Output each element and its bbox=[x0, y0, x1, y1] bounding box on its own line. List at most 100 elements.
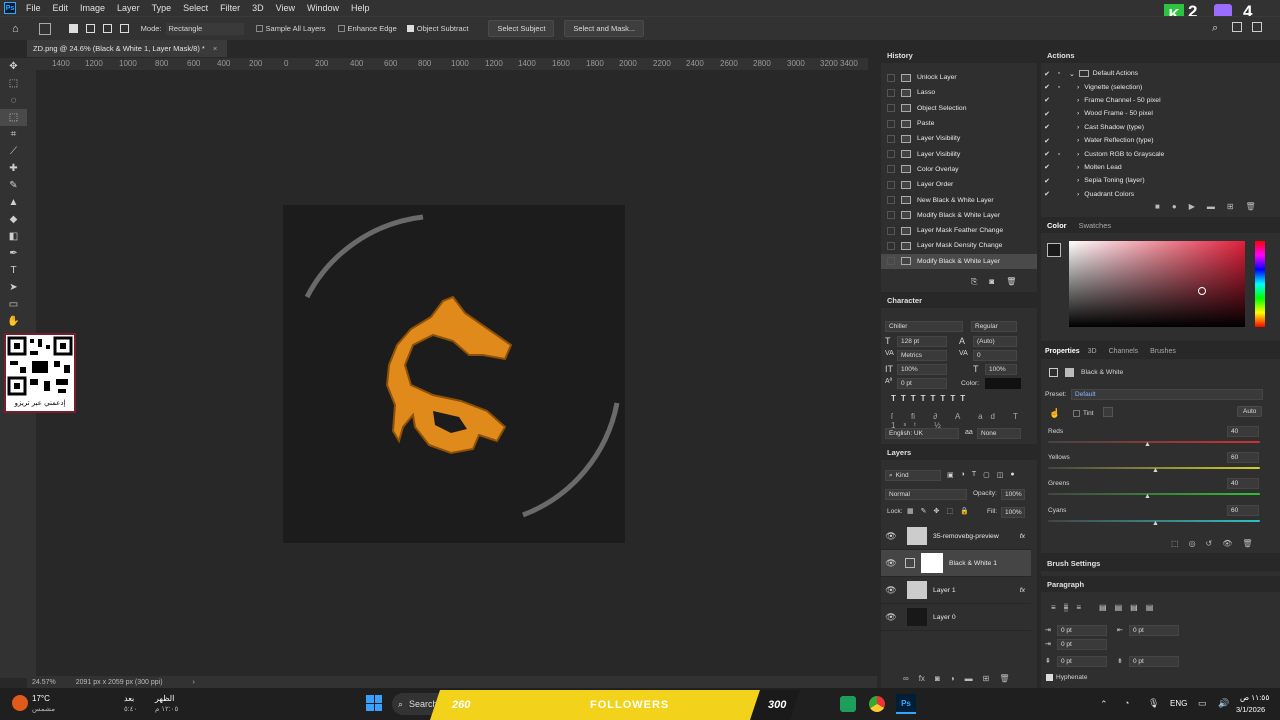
greens-value-field[interactable]: 40 bbox=[1227, 478, 1259, 489]
select-subject-button[interactable]: Select Subject bbox=[488, 20, 555, 37]
adjustment-filter-icon[interactable]: ◑ bbox=[961, 471, 965, 479]
layer-filter-dropdown[interactable]: ⌕ Kind bbox=[885, 470, 941, 481]
wifi-icon[interactable]: ◔ bbox=[1124, 698, 1129, 708]
history-item-active[interactable]: Modify Black & White Layer bbox=[881, 253, 1037, 269]
tab-properties[interactable]: Properties bbox=[1041, 348, 1084, 355]
kerning-field[interactable]: Metrics bbox=[897, 350, 947, 361]
search-icon[interactable]: ⌕ bbox=[1212, 22, 1218, 35]
greens-slider-thumb[interactable]: ▲ bbox=[1144, 493, 1151, 500]
font-family-dropdown[interactable]: Chiller bbox=[885, 321, 963, 332]
intersect-selection-icon[interactable] bbox=[119, 24, 129, 33]
layer-row-selected[interactable]: 👁 Black & White 1 bbox=[881, 550, 1031, 577]
filter-toggle-icon[interactable]: ● bbox=[1010, 471, 1014, 479]
eye-icon[interactable]: 👁 bbox=[881, 612, 901, 623]
opacity-field[interactable]: 100% bbox=[1001, 489, 1025, 500]
paragraph-title[interactable]: Paragraph bbox=[1041, 576, 1280, 592]
menu-file[interactable]: File bbox=[20, 3, 47, 13]
antialias-dropdown[interactable]: None bbox=[977, 428, 1021, 439]
brush-tool-icon[interactable]: ✎ bbox=[0, 177, 27, 194]
eye-icon[interactable]: 👁 bbox=[881, 558, 901, 569]
move-tool-icon[interactable]: ✥ bbox=[0, 58, 27, 75]
character-title[interactable]: Character bbox=[881, 292, 1037, 308]
history-title[interactable]: History bbox=[881, 47, 1037, 63]
layer-fx-badge[interactable]: fx bbox=[1020, 587, 1025, 594]
select-and-mask-button[interactable]: Select and Mask... bbox=[564, 20, 645, 37]
align-center-icon[interactable]: ≡ bbox=[1063, 603, 1069, 612]
chevron-right-icon[interactable]: › bbox=[1077, 97, 1079, 104]
reds-slider-thumb[interactable]: ▲ bbox=[1144, 441, 1151, 448]
action-item[interactable]: ✔ › Water Reflection (type) bbox=[1041, 134, 1280, 147]
tray-chevron-icon[interactable]: ⌃ bbox=[1100, 699, 1108, 710]
chevron-right-icon[interactable]: › bbox=[1077, 164, 1079, 171]
yellows-slider-thumb[interactable]: ▲ bbox=[1152, 467, 1159, 474]
subtract-selection-icon[interactable] bbox=[102, 24, 112, 33]
justify-all-icon[interactable]: ▤ bbox=[1146, 603, 1154, 612]
menu-select[interactable]: Select bbox=[177, 3, 214, 13]
yellows-value-field[interactable]: 60 bbox=[1227, 452, 1259, 463]
input-language[interactable]: ENG bbox=[1170, 699, 1187, 708]
menu-help[interactable]: Help bbox=[345, 3, 376, 13]
eye-icon[interactable]: 👁 bbox=[881, 585, 901, 596]
layer-row[interactable]: 👁 Layer 1 fx bbox=[881, 577, 1031, 604]
clip-to-layer-icon[interactable]: ⬚ bbox=[1171, 539, 1179, 548]
actions-title[interactable]: Actions bbox=[1041, 47, 1280, 63]
action-item[interactable]: ✔ › Quadrant Colors bbox=[1041, 188, 1280, 201]
font-style-dropdown[interactable]: Regular bbox=[971, 321, 1017, 332]
reds-slider-track[interactable] bbox=[1048, 441, 1260, 443]
tab-swatches[interactable]: Swatches bbox=[1073, 221, 1118, 230]
menu-type[interactable]: Type bbox=[146, 3, 178, 13]
object-subtract-checkbox[interactable] bbox=[406, 25, 414, 32]
hue-slider[interactable] bbox=[1255, 241, 1265, 327]
history-item[interactable]: Lasso bbox=[881, 85, 1037, 100]
lock-position-icon[interactable]: ✥ bbox=[934, 507, 940, 515]
tracking-field[interactable]: 0 bbox=[973, 350, 1017, 361]
view-previous-icon[interactable]: ◎ bbox=[1189, 539, 1196, 548]
stamp-tool-icon[interactable]: ▲ bbox=[0, 194, 27, 211]
eye-icon[interactable]: 👁 bbox=[881, 531, 901, 542]
new-selection-icon[interactable] bbox=[68, 24, 78, 33]
history-item[interactable]: Color Overlay bbox=[881, 162, 1037, 177]
marquee-tool-icon[interactable]: ⬚ bbox=[0, 75, 27, 92]
tab-channels[interactable]: Channels bbox=[1109, 348, 1151, 355]
shape-filter-icon[interactable]: ▢ bbox=[983, 471, 990, 479]
eyedropper-icon[interactable]: ⟋ bbox=[0, 143, 27, 160]
document-tab[interactable]: ZD.png @ 24.6% (Black & White 1, Layer M… bbox=[27, 40, 227, 57]
layer-row[interactable]: 👁 35-removebg-preview fx bbox=[881, 523, 1031, 550]
cyans-slider-thumb[interactable]: ▲ bbox=[1152, 520, 1159, 527]
menu-window[interactable]: Window bbox=[301, 3, 345, 13]
history-item[interactable]: Paste bbox=[881, 116, 1037, 131]
share-icon[interactable] bbox=[1252, 22, 1262, 32]
weather-icon[interactable] bbox=[12, 695, 28, 711]
foreground-color-swatch[interactable] bbox=[1047, 243, 1061, 257]
action-item[interactable]: ✔ › Wood Frame - 50 pixel bbox=[1041, 107, 1280, 120]
reds-value-field[interactable]: 40 bbox=[1227, 426, 1259, 437]
fill-field[interactable]: 100% bbox=[1001, 507, 1025, 518]
action-item[interactable]: ✔ › Frame Channel - 50 pixel bbox=[1041, 94, 1280, 107]
layer-fx-badge[interactable]: fx bbox=[1020, 533, 1025, 540]
windows-start-icon[interactable] bbox=[366, 695, 382, 711]
visibility-icon[interactable]: 👁 bbox=[1222, 539, 1232, 548]
baseline-field[interactable]: 0 pt bbox=[897, 378, 947, 389]
close-tab-icon[interactable]: × bbox=[213, 44, 217, 53]
crop-tool-icon[interactable]: ⌗ bbox=[0, 126, 27, 143]
lock-all-icon[interactable]: 🔒 bbox=[960, 507, 969, 515]
history-item[interactable]: Object Selection bbox=[881, 101, 1037, 116]
dialog-toggle-icon[interactable]: ▫ bbox=[1053, 70, 1065, 77]
sample-all-layers-checkbox[interactable] bbox=[255, 25, 263, 32]
new-action-icon[interactable]: ⊞ bbox=[1227, 202, 1234, 211]
horizontal-scale-field[interactable]: 100% bbox=[985, 364, 1017, 375]
status-arrow-icon[interactable]: › bbox=[193, 679, 195, 686]
trash-icon[interactable]: 🗑 bbox=[1006, 277, 1016, 287]
add-mask-icon[interactable]: ◙ bbox=[935, 674, 940, 683]
type-tool-icon[interactable]: T bbox=[0, 262, 27, 279]
tint-swatch[interactable] bbox=[1103, 407, 1113, 417]
eraser-tool-icon[interactable]: ◆ bbox=[0, 211, 27, 228]
stop-icon[interactable]: ■ bbox=[1155, 202, 1160, 211]
vertical-scale-field[interactable]: 100% bbox=[897, 364, 947, 375]
auto-button[interactable]: Auto bbox=[1237, 406, 1263, 417]
lock-artboard-icon[interactable]: ⬚ bbox=[946, 507, 953, 515]
chrome-icon[interactable] bbox=[869, 696, 885, 712]
chevron-right-icon[interactable]: › bbox=[1077, 191, 1079, 198]
document-canvas[interactable] bbox=[283, 205, 625, 543]
action-item[interactable]: ✔ ▫ › Custom RGB to Grayscale bbox=[1041, 147, 1280, 160]
